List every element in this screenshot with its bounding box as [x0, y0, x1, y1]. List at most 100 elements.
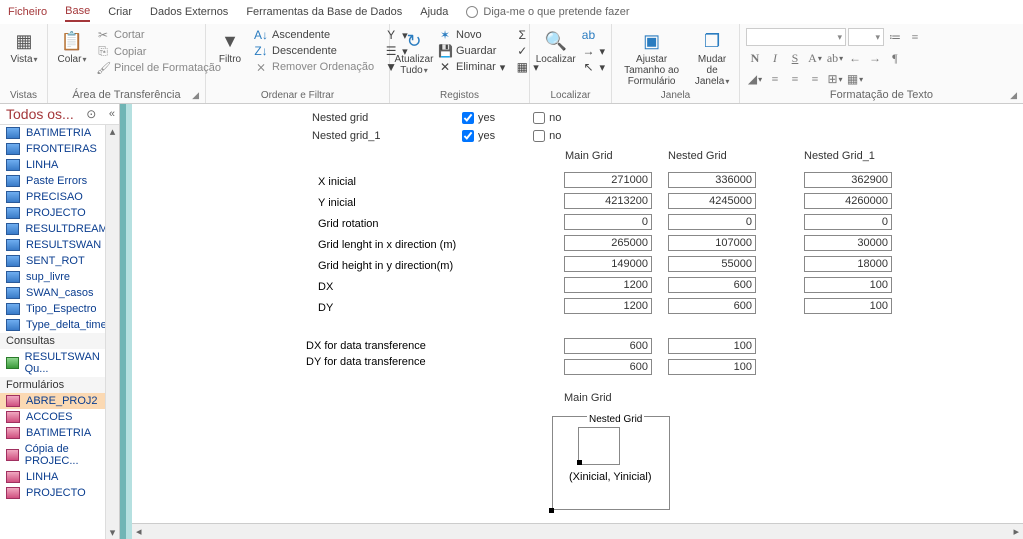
- nav-item[interactable]: BATIMETRIA: [0, 125, 119, 141]
- cut-button[interactable]: ✂Cortar: [96, 28, 221, 42]
- goto[interactable]: →▾: [581, 44, 605, 58]
- nested-grid1-yes[interactable]: yes: [462, 130, 495, 142]
- nav-item[interactable]: Tipo_Espectro: [0, 301, 119, 317]
- input-nested1-leny[interactable]: [804, 256, 892, 272]
- indent-inc-button[interactable]: →: [866, 49, 884, 67]
- input-nested-lenx[interactable]: [668, 235, 756, 251]
- input-nested1-lenx[interactable]: [804, 235, 892, 251]
- input-main-yinit[interactable]: [564, 193, 652, 209]
- highlight-button[interactable]: ab: [826, 49, 844, 67]
- align-center-button[interactable]: ≡: [786, 70, 804, 88]
- copy-button[interactable]: ⎘Copiar: [96, 44, 221, 59]
- input-trans-dxm[interactable]: [564, 338, 652, 354]
- input-nested1-dx[interactable]: [804, 277, 892, 293]
- input-main-leny[interactable]: [564, 256, 652, 272]
- input-nested1-xinit[interactable]: [804, 172, 892, 188]
- input-trans-dxn[interactable]: [668, 338, 756, 354]
- filter-button[interactable]: ▼ Filtro: [212, 28, 248, 67]
- nav-item[interactable]: PRECISAO: [0, 189, 119, 205]
- sort-asc[interactable]: A↓Ascendente: [254, 28, 374, 42]
- delete-record[interactable]: ✕Eliminar▾: [438, 60, 505, 74]
- input-main-dy[interactable]: [564, 298, 652, 314]
- tab-home[interactable]: Base: [65, 2, 90, 22]
- nav-item[interactable]: ACCOES: [0, 409, 119, 425]
- nav-item[interactable]: RESULTSWAN: [0, 237, 119, 253]
- rtl-button[interactable]: ¶: [886, 49, 904, 67]
- tab-external[interactable]: Dados Externos: [150, 3, 228, 21]
- nested-grid1-no[interactable]: no: [533, 130, 561, 142]
- input-nested-yinit[interactable]: [668, 193, 756, 209]
- view-button[interactable]: ▦ Vista: [6, 28, 42, 67]
- input-main-xinit[interactable]: [564, 172, 652, 188]
- scroll-left-icon[interactable]: ◂: [136, 525, 142, 538]
- input-nested1-rot[interactable]: [804, 214, 892, 230]
- align-right-button[interactable]: ≡: [806, 70, 824, 88]
- nav-item[interactable]: Cópia de PROJEC...: [0, 441, 119, 469]
- collapse-nav-icon[interactable]: «: [109, 108, 115, 120]
- sort-desc[interactable]: Z↓Descendente: [254, 44, 374, 58]
- nav-item[interactable]: FRONTEIRAS: [0, 141, 119, 157]
- nav-item[interactable]: Paste Errors: [0, 173, 119, 189]
- format-launcher[interactable]: ◢: [1010, 90, 1017, 101]
- indent-dec-button[interactable]: ←: [846, 49, 864, 67]
- underline-button[interactable]: S: [786, 49, 804, 67]
- nav-section-forms[interactable]: Formulários⌃: [0, 377, 119, 393]
- switch-window-button[interactable]: ❐ Mudar de Janela: [691, 28, 733, 89]
- numbering-icon[interactable]: ≡: [906, 28, 924, 46]
- tab-dbtools[interactable]: Ferramentas da Base de Dados: [246, 3, 402, 21]
- tab-help[interactable]: Ajuda: [420, 3, 448, 21]
- nav-item[interactable]: LINHA: [0, 157, 119, 173]
- align-left-button[interactable]: ≡: [766, 70, 784, 88]
- input-nested1-dy[interactable]: [804, 298, 892, 314]
- nav-item[interactable]: LINHA: [0, 469, 119, 485]
- input-nested-xinit[interactable]: [668, 172, 756, 188]
- nav-scrollbar[interactable]: ▴▾: [105, 125, 119, 539]
- save-record[interactable]: 💾Guardar: [438, 44, 505, 58]
- replace[interactable]: ab: [581, 28, 605, 42]
- bold-button[interactable]: N: [746, 49, 764, 67]
- input-main-dx[interactable]: [564, 277, 652, 293]
- chevron-down-icon[interactable]: ⊙: [86, 107, 96, 121]
- input-trans-dym[interactable]: [564, 359, 652, 375]
- new-record[interactable]: ✶Novo: [438, 28, 505, 42]
- nav-title[interactable]: Todos os...: [6, 106, 74, 122]
- nested-grid-no[interactable]: no: [533, 112, 561, 124]
- nav-section-queries[interactable]: Consultas⌃: [0, 333, 119, 349]
- tell-me[interactable]: Diga-me o que pretende fazer: [466, 6, 629, 18]
- input-main-rot[interactable]: [564, 214, 652, 230]
- italic-button[interactable]: I: [766, 49, 784, 67]
- input-nested-leny[interactable]: [668, 256, 756, 272]
- nav-item[interactable]: ABRE_PROJ2: [0, 393, 119, 409]
- input-nested1-yinit[interactable]: [804, 193, 892, 209]
- select[interactable]: ↖▾: [581, 60, 605, 74]
- tab-file[interactable]: Ficheiro: [8, 3, 47, 21]
- nav-item[interactable]: sup_livre: [0, 269, 119, 285]
- nav-item[interactable]: PROJECTO: [0, 205, 119, 221]
- input-main-lenx[interactable]: [564, 235, 652, 251]
- remove-sort[interactable]: ⨯Remover Ordenação: [254, 60, 374, 74]
- input-nested-dx[interactable]: [668, 277, 756, 293]
- nav-item[interactable]: RESULTSWAN Qu...: [0, 349, 119, 377]
- clipboard-launcher[interactable]: ◢: [192, 90, 199, 101]
- alt-row-button[interactable]: ▦: [846, 70, 864, 88]
- input-nested-rot[interactable]: [668, 214, 756, 230]
- nav-item[interactable]: BATIMETRIA: [0, 425, 119, 441]
- nav-item[interactable]: PROJECTO: [0, 485, 119, 501]
- paste-button[interactable]: 📋 Colar: [54, 28, 90, 67]
- horizontal-scrollbar[interactable]: ◂ ▸: [132, 523, 1023, 539]
- nav-item[interactable]: SENT_ROT: [0, 253, 119, 269]
- font-family-select[interactable]: [746, 28, 846, 46]
- gridlines-button[interactable]: ⊞: [826, 70, 844, 88]
- fill-color-button[interactable]: ◢: [746, 70, 764, 88]
- nav-item[interactable]: SWAN_casos: [0, 285, 119, 301]
- nav-item[interactable]: Type_delta_time: [0, 317, 119, 333]
- tab-create[interactable]: Criar: [108, 3, 132, 21]
- refresh-button[interactable]: ↻ Atualizar Tudo: [396, 28, 432, 78]
- scroll-right-icon[interactable]: ▸: [1013, 525, 1019, 538]
- find-button[interactable]: 🔍 Localizar: [536, 28, 575, 67]
- font-color-button[interactable]: A: [806, 49, 824, 67]
- nested-grid-yes[interactable]: yes: [462, 112, 495, 124]
- font-size-select[interactable]: [848, 28, 884, 46]
- nav-item[interactable]: RESULTDREAMS: [0, 221, 119, 237]
- painter-button[interactable]: 🖌Pincel de Formatação: [96, 61, 221, 75]
